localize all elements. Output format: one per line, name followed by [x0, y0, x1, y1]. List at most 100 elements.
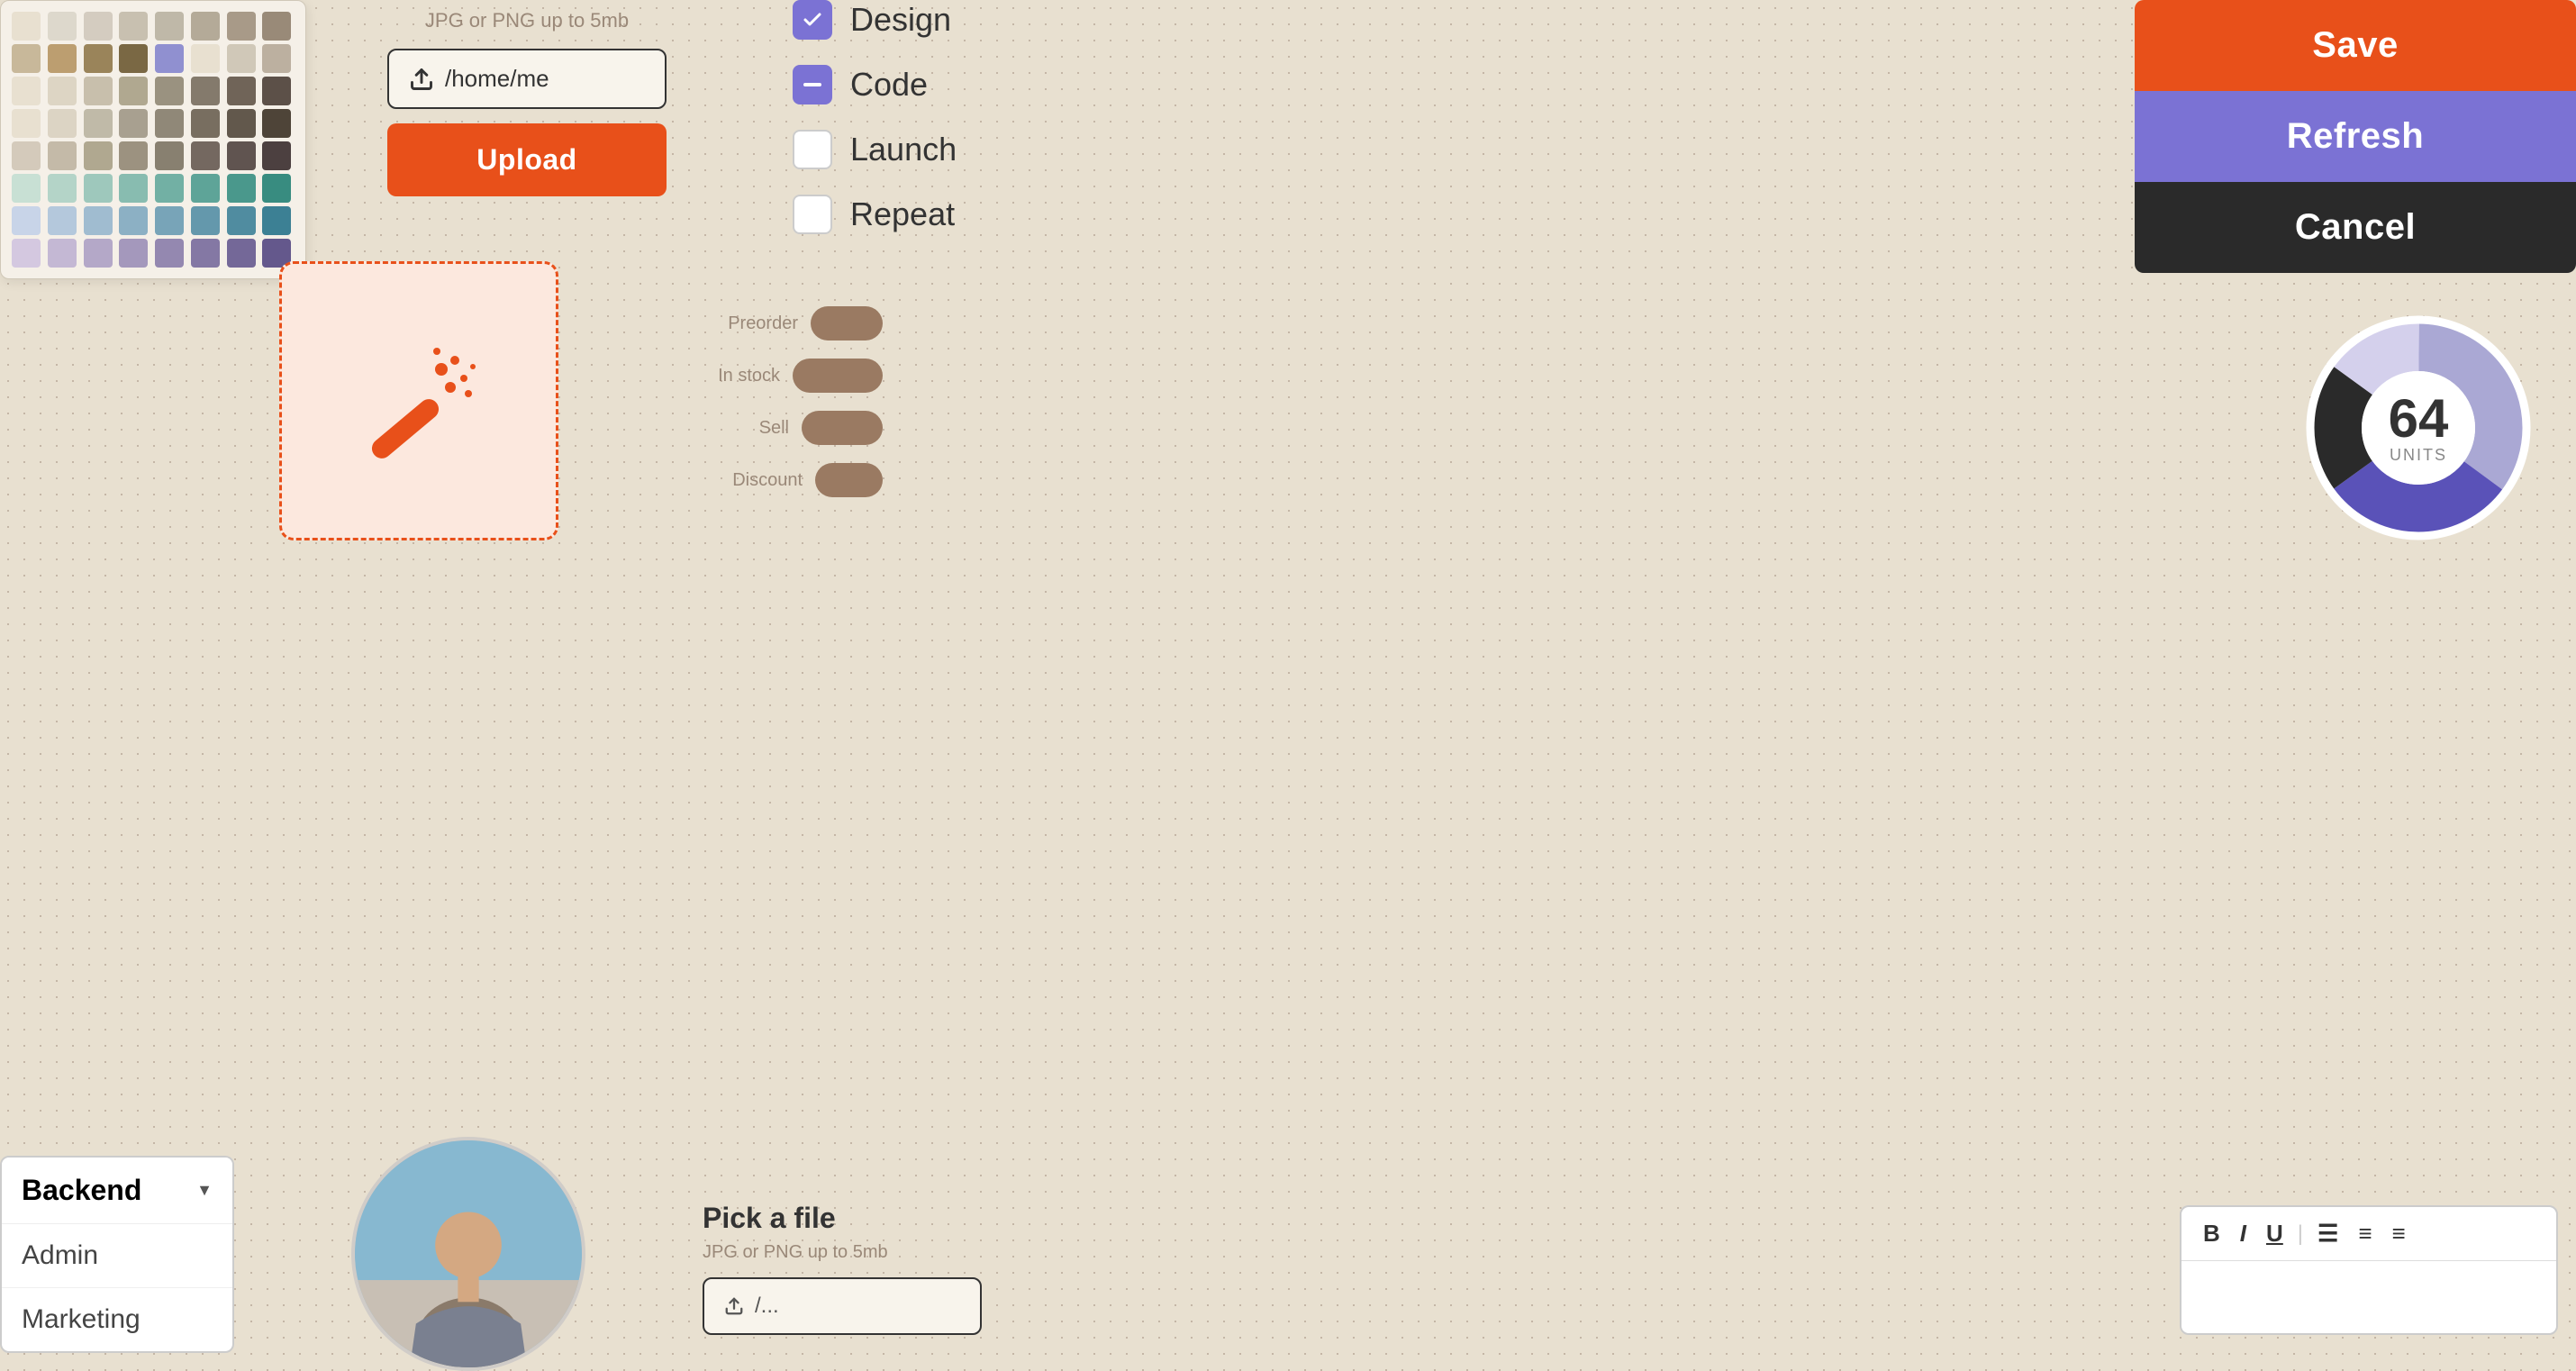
upload-button[interactable]: Upload [387, 123, 667, 196]
color-cell[interactable] [84, 141, 113, 170]
checkbox-code[interactable]: Code [793, 65, 1081, 104]
magic-wand-card[interactable] [279, 261, 558, 540]
checkbox-repeat[interactable]: Repeat [793, 195, 1081, 234]
toolbar-separator: | [2298, 1221, 2303, 1247]
file-path: /home/me [445, 65, 549, 93]
color-cell[interactable] [155, 206, 184, 235]
color-cell[interactable] [84, 77, 113, 105]
dropdown-value: Backend [22, 1174, 141, 1207]
toolbar-italic-button[interactable]: I [2235, 1218, 2252, 1249]
color-cell[interactable] [262, 206, 291, 235]
text-editor-section: B I U | ☰ ≡ ≡ [2180, 1205, 2558, 1335]
color-cell[interactable] [119, 44, 148, 73]
color-cell[interactable] [155, 141, 184, 170]
color-cell[interactable] [227, 12, 256, 41]
dropdown-selected[interactable]: Backend ▼ [2, 1158, 232, 1224]
checkbox-code-box[interactable] [793, 65, 832, 104]
refresh-button[interactable]: Refresh [2135, 91, 2576, 182]
color-cell[interactable] [119, 77, 148, 105]
color-cell[interactable] [227, 77, 256, 105]
donut-center: 64 UNITS [2389, 392, 2449, 465]
checkbox-repeat-box[interactable] [793, 195, 832, 234]
save-button[interactable]: Save [2135, 0, 2576, 91]
color-cell[interactable] [84, 12, 113, 41]
color-cell[interactable] [262, 141, 291, 170]
bar-preorder [811, 306, 883, 340]
color-cell[interactable] [119, 109, 148, 138]
file-input-box[interactable]: /home/me [387, 49, 667, 109]
color-cell[interactable] [155, 239, 184, 268]
color-cell[interactable] [12, 77, 41, 105]
dropdown-section[interactable]: Backend ▼ Admin Marketing [0, 1156, 234, 1353]
color-cell[interactable] [48, 206, 77, 235]
color-cell[interactable] [155, 109, 184, 138]
color-cell[interactable] [12, 109, 41, 138]
color-cell[interactable] [262, 109, 291, 138]
color-cell[interactable] [119, 141, 148, 170]
color-cell[interactable] [262, 44, 291, 73]
color-cell[interactable] [262, 12, 291, 41]
color-cell[interactable] [84, 174, 113, 203]
editor-body[interactable] [2181, 1261, 2556, 1333]
checkbox-launch-box[interactable] [793, 130, 832, 169]
color-cell[interactable] [119, 12, 148, 41]
color-cell[interactable] [191, 206, 220, 235]
color-cell[interactable] [48, 174, 77, 203]
color-cell[interactable] [191, 77, 220, 105]
color-cell[interactable] [191, 109, 220, 138]
toolbar-underline-button[interactable]: U [2261, 1218, 2289, 1249]
cancel-button[interactable]: Cancel [2135, 182, 2576, 273]
color-cell[interactable] [191, 12, 220, 41]
color-cell[interactable] [48, 12, 77, 41]
checkbox-design[interactable]: Design [793, 0, 1081, 40]
color-cell[interactable] [119, 239, 148, 268]
color-cell[interactable] [12, 44, 41, 73]
pick-file-section: Pick a file JPG or PNG up to 5mb /... [703, 1202, 982, 1335]
checkbox-design-box[interactable] [793, 0, 832, 40]
color-cell[interactable] [119, 174, 148, 203]
toolbar-align-center-button[interactable]: ≡ [2353, 1218, 2377, 1249]
color-cell[interactable] [84, 109, 113, 138]
color-cell[interactable] [12, 141, 41, 170]
color-cell[interactable] [48, 141, 77, 170]
color-cell[interactable] [12, 174, 41, 203]
color-cell[interactable] [119, 206, 148, 235]
color-cell[interactable] [191, 239, 220, 268]
color-cell[interactable] [227, 206, 256, 235]
color-cell[interactable] [191, 44, 220, 73]
color-cell[interactable] [262, 77, 291, 105]
dropdown-item-marketing[interactable]: Marketing [2, 1288, 232, 1351]
color-cell[interactable] [262, 174, 291, 203]
color-cell[interactable] [84, 239, 113, 268]
checkbox-launch[interactable]: Launch [793, 130, 1081, 169]
color-cell[interactable] [12, 12, 41, 41]
checkbox-repeat-label: Repeat [850, 195, 955, 233]
color-cell[interactable] [48, 44, 77, 73]
color-cell[interactable] [12, 239, 41, 268]
toolbar-bold-button[interactable]: B [2198, 1218, 2226, 1249]
color-cell[interactable] [191, 141, 220, 170]
color-cell[interactable] [155, 77, 184, 105]
color-cell[interactable] [84, 44, 113, 73]
color-cell[interactable] [48, 239, 77, 268]
color-cell[interactable] [155, 12, 184, 41]
bar-row-discount: Discount [667, 463, 883, 497]
upload-icon [409, 67, 434, 92]
pick-file-input[interactable]: /... [703, 1277, 982, 1335]
color-cell[interactable] [227, 174, 256, 203]
color-cell[interactable] [191, 174, 220, 203]
color-cell[interactable] [12, 206, 41, 235]
color-cell[interactable] [48, 77, 77, 105]
color-cell[interactable] [227, 239, 256, 268]
dropdown-item-admin[interactable]: Admin [2, 1224, 232, 1288]
color-cell[interactable] [48, 109, 77, 138]
pick-file-placeholder: /... [755, 1294, 779, 1319]
toolbar-align-right-button[interactable]: ≡ [2387, 1218, 2411, 1249]
color-cell[interactable] [227, 109, 256, 138]
color-cell[interactable] [155, 174, 184, 203]
color-cell[interactable] [155, 44, 184, 73]
color-cell[interactable] [227, 44, 256, 73]
color-cell[interactable] [84, 206, 113, 235]
toolbar-align-left-button[interactable]: ☰ [2312, 1218, 2344, 1249]
color-cell[interactable] [227, 141, 256, 170]
